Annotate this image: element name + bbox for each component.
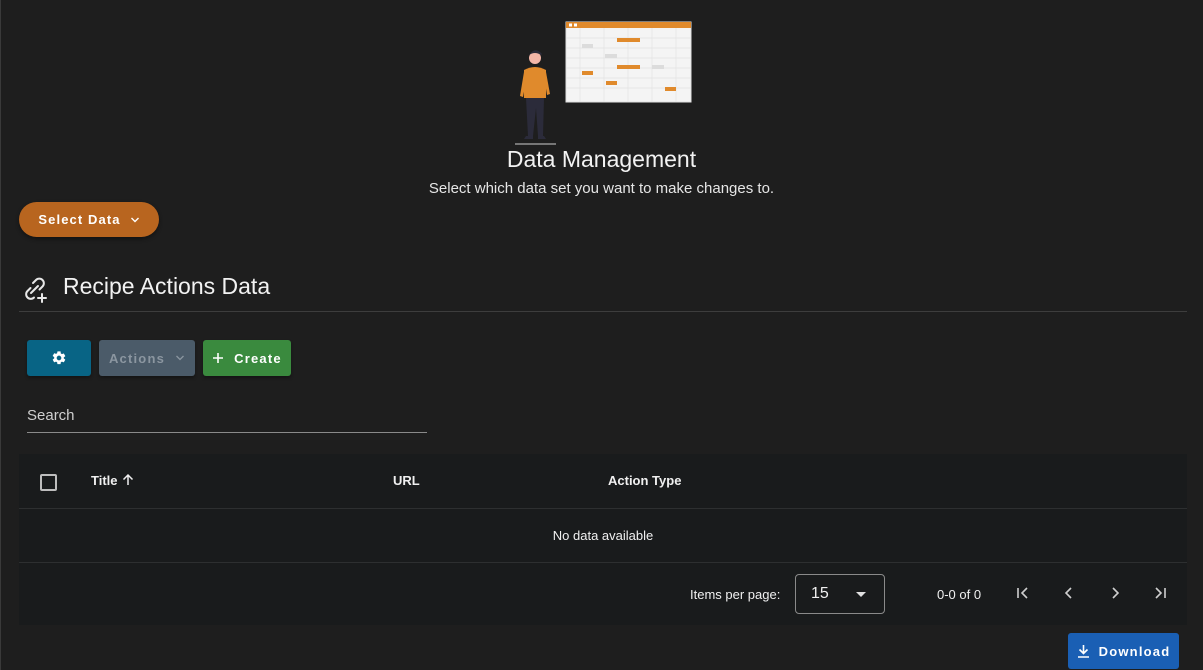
column-action-type-header[interactable]: Action Type xyxy=(608,473,681,488)
caret-down-icon xyxy=(856,592,866,597)
section-title: Recipe Actions Data xyxy=(63,273,271,299)
create-button[interactable]: Create xyxy=(203,340,291,376)
select-data-button[interactable]: Select Data xyxy=(19,202,159,237)
items-per-page-value: 15 xyxy=(811,585,829,602)
first-page-icon[interactable] xyxy=(1014,584,1032,602)
download-label: Download xyxy=(1098,643,1171,659)
prev-page-icon[interactable] xyxy=(1060,584,1078,602)
data-management-illustration xyxy=(515,21,692,145)
search-label: Search xyxy=(27,407,75,424)
actions-label: Actions xyxy=(108,350,166,366)
chevron-down-icon xyxy=(130,217,139,222)
download-icon xyxy=(1077,645,1089,658)
select-all-checkbox[interactable] xyxy=(40,474,57,491)
items-per-page-label: Items per page: xyxy=(690,587,781,602)
data-table: Title URL Action Type No data available … xyxy=(19,454,1187,625)
section-divider xyxy=(19,311,1187,312)
plus-icon xyxy=(213,353,224,363)
search-input[interactable]: Search xyxy=(27,404,427,433)
sort-ascending-icon[interactable] xyxy=(121,473,135,487)
column-title-header[interactable]: Title xyxy=(91,473,135,488)
download-button[interactable]: Download xyxy=(1068,633,1179,669)
window-edge xyxy=(0,0,1,670)
last-page-icon[interactable] xyxy=(1151,584,1169,602)
settings-button[interactable] xyxy=(27,340,91,376)
gear-icon xyxy=(52,351,66,365)
actions-button[interactable]: Actions xyxy=(99,340,195,376)
chevron-down-icon xyxy=(176,355,184,361)
create-label: Create xyxy=(234,350,282,366)
empty-state-text: No data available xyxy=(552,528,654,543)
select-data-label: Select Data xyxy=(38,212,121,227)
pagination-range: 0-0 of 0 xyxy=(937,587,982,602)
column-url-header[interactable]: URL xyxy=(393,473,420,488)
items-per-page-select[interactable]: 15 xyxy=(795,574,885,614)
page-title: Data Management xyxy=(506,146,697,172)
table-header: Title URL Action Type xyxy=(19,454,1187,509)
page-subtitle: Select which data set you want to make c… xyxy=(428,180,775,197)
table-footer: Items per page: 15 0-0 of 0 xyxy=(19,562,1187,626)
column-title-label: Title xyxy=(91,473,118,488)
next-page-icon[interactable] xyxy=(1106,584,1124,602)
link-plus-icon xyxy=(25,277,47,303)
